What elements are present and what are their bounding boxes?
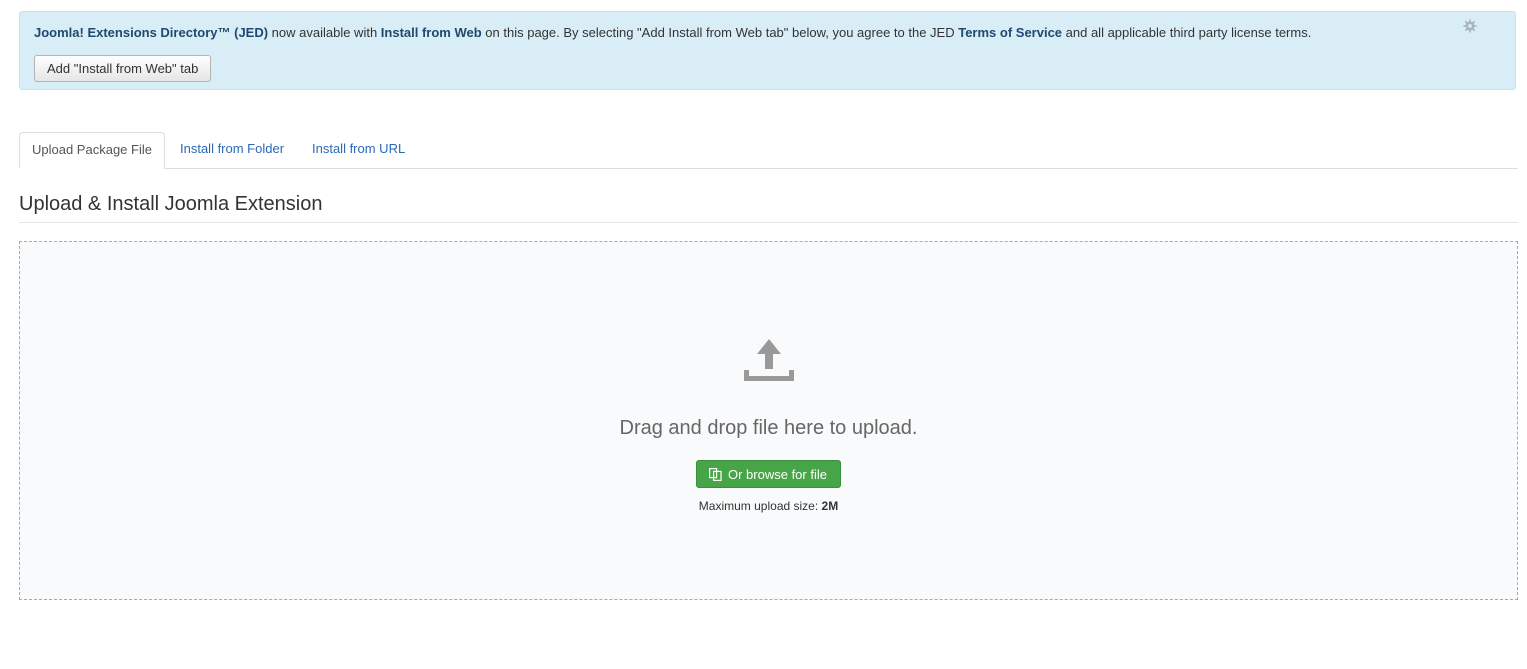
tab-install-from-folder[interactable]: Install from Folder <box>180 132 284 168</box>
add-install-from-web-button[interactable]: Add "Install from Web" tab <box>34 55 212 82</box>
jed-notice-text: Joomla! Extensions Directory™ (JED) now … <box>34 25 1311 41</box>
section-title: Upload & Install Joomla Extension <box>19 190 1518 223</box>
notice-text-2: on this page. By selecting "Add Install … <box>481 25 959 40</box>
notice-text-3: and all applicable third party license t… <box>1062 25 1312 40</box>
browse-for-file-label: Or browse for file <box>728 467 827 482</box>
max-upload-size: Maximum upload size: 2M <box>20 498 1517 514</box>
max-upload-size-value: 2M <box>821 499 839 513</box>
install-tabs: Upload Package File Install from Folder … <box>19 132 1518 169</box>
jed-notice: Joomla! Extensions Directory™ (JED) now … <box>19 11 1516 90</box>
copy-icon <box>709 464 722 490</box>
browse-for-file-button[interactable]: Or browse for file <box>696 460 841 488</box>
notice-text-1: now available with <box>268 25 381 40</box>
max-upload-size-label: Maximum upload size: <box>698 499 822 513</box>
terms-of-service-link[interactable]: Terms of Service <box>958 25 1062 40</box>
upload-icon <box>744 339 794 382</box>
upload-dropzone[interactable]: Drag and drop file here to upload. Or br… <box>19 241 1518 600</box>
drag-drop-text: Drag and drop file here to upload. <box>619 417 918 439</box>
jed-link[interactable]: Joomla! Extensions Directory™ (JED) <box>34 25 268 40</box>
tab-upload-package-file[interactable]: Upload Package File <box>19 132 165 169</box>
gear-icon[interactable] <box>1463 19 1477 33</box>
install-from-web-link[interactable]: Install from Web <box>381 25 482 40</box>
tab-install-from-url[interactable]: Install from URL <box>312 132 405 168</box>
